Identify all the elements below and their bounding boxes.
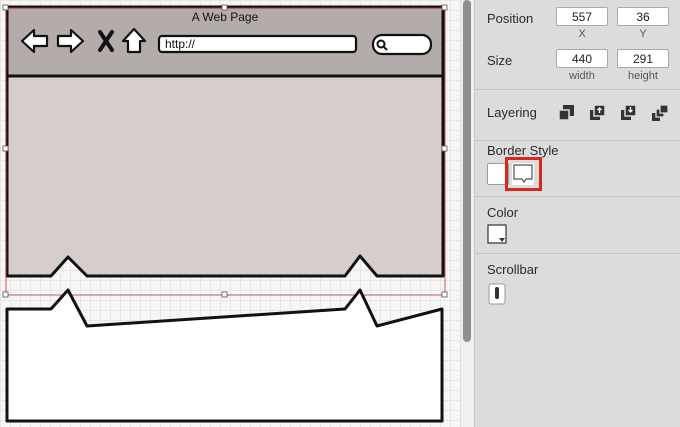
color-picker-icon[interactable] <box>487 224 509 246</box>
scrollbar-thumb[interactable] <box>463 0 471 342</box>
scrollbar-toggle-icon[interactable] <box>487 283 509 305</box>
color-label: Color <box>487 205 519 220</box>
divider <box>475 140 680 141</box>
size-width-label: width <box>569 70 595 82</box>
send-backward-icon[interactable] <box>618 102 640 124</box>
bring-forward-icon[interactable] <box>587 102 609 124</box>
position-y-label: Y <box>639 28 647 40</box>
browser-mockup-drawing[interactable] <box>0 0 460 427</box>
size-width-field[interactable]: 440 <box>556 49 608 68</box>
divider <box>475 89 680 90</box>
size-height-field[interactable]: 291 <box>617 49 669 68</box>
layering-label: Layering <box>487 105 537 120</box>
divider <box>475 196 680 197</box>
url-text[interactable]: http:// <box>165 37 195 51</box>
send-to-back-icon[interactable] <box>649 102 671 124</box>
size-height-label: height <box>628 70 658 82</box>
search-box[interactable] <box>371 33 433 56</box>
position-x-field[interactable]: 557 <box>556 7 608 26</box>
position-label: Position <box>487 11 534 26</box>
browser-window-bottom[interactable] <box>5 288 444 423</box>
canvas-scrollbar[interactable] <box>460 0 474 427</box>
position-y-field[interactable]: 36 <box>617 7 669 26</box>
border-style-label: Border Style <box>487 143 559 158</box>
design-canvas[interactable]: A Web Page http:// <box>0 0 460 427</box>
property-inspector: Position 557 36 X Y Size 440 291 width h… <box>474 0 680 427</box>
selected-border-style-highlight <box>505 157 542 191</box>
scrollbar-label: Scrollbar <box>487 262 539 277</box>
browser-title: A Web Page <box>191 10 259 24</box>
bring-to-front-icon[interactable] <box>556 102 578 124</box>
position-x-label: X <box>578 28 586 40</box>
size-label: Size <box>487 53 513 68</box>
divider <box>475 253 680 254</box>
